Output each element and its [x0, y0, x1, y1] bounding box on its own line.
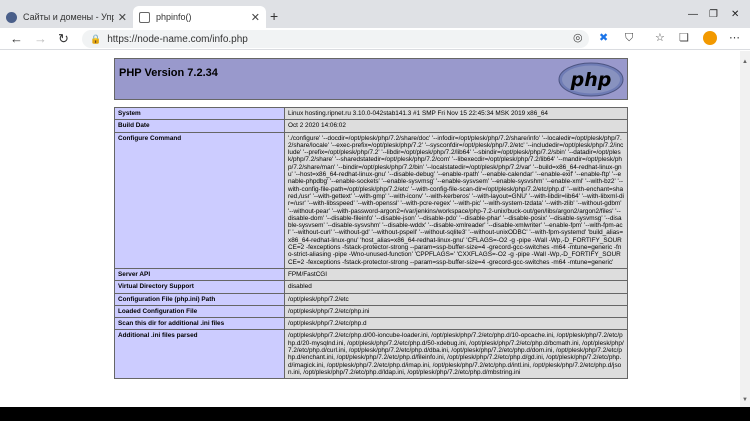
- php-header: PHP Version 7.2.34 php: [114, 58, 628, 100]
- row-key: Server API: [114, 267, 285, 282]
- row-value: disabled: [284, 280, 628, 294]
- row-key: Scan this dir for additional .ini files: [114, 317, 285, 331]
- row-value: Oct 2 2020 14:06:02: [284, 119, 628, 133]
- tab-title: Сайты и домены - Управлени: [23, 12, 114, 22]
- address-url: https://node-name.com/info.php: [107, 33, 248, 45]
- tab-strip: Сайты и домены - Управлени ✕ phpinfo() ✕…: [0, 0, 750, 28]
- table-row: Build Date Oct 2 2020 14:06:02: [114, 119, 628, 133]
- row-key: Build Date: [114, 119, 285, 133]
- close-icon[interactable]: ✕: [118, 11, 127, 24]
- browser-window: Сайты и домены - Управлени ✕ phpinfo() ✕…: [0, 0, 750, 421]
- row-value: /opt/plesk/php/7.2/etc/php.d: [284, 317, 628, 331]
- collections-icon[interactable]: ❏: [679, 33, 689, 44]
- new-tab-button[interactable]: +: [270, 9, 278, 23]
- row-value: FPM/FastCGI: [284, 267, 628, 282]
- page-scrollbar[interactable]: ▲ ▼: [740, 51, 750, 407]
- address-bar[interactable]: 🔒 https://node-name.com/info.php: [82, 30, 589, 48]
- bottom-bar: [0, 407, 750, 421]
- tab-title: phpinfo(): [156, 12, 192, 22]
- tab-phpinfo[interactable]: phpinfo() ✕: [133, 6, 266, 28]
- page-title: PHP Version 7.2.34: [119, 67, 218, 79]
- maximize-icon[interactable]: ❐: [709, 10, 718, 20]
- row-value: /opt/plesk/php/7.2/etc/php.ini: [284, 304, 628, 319]
- close-icon[interactable]: ✕: [251, 11, 260, 24]
- table-row: Configure Command './configure' '--docdi…: [114, 131, 628, 269]
- more-icon[interactable]: ⋯: [729, 33, 740, 44]
- scroll-up-icon[interactable]: ▲: [742, 59, 748, 65]
- reload-icon[interactable]: ↻: [58, 32, 69, 45]
- tab-plesk-domains[interactable]: Сайты и домены - Управлени ✕: [0, 6, 133, 28]
- row-value: /opt/plesk/php/7.2/etc: [284, 292, 628, 306]
- table-row: System Linux hosting.ripnet.ru 3.10.0-04…: [114, 106, 628, 121]
- table-row: Loaded Configuration File /opt/plesk/php…: [114, 304, 628, 319]
- back-icon[interactable]: ←: [10, 32, 23, 45]
- php-logo-text: php: [570, 69, 612, 91]
- page-content: PHP Version 7.2.34 php System Linux host…: [0, 51, 740, 407]
- row-key: Loaded Configuration File: [114, 304, 285, 319]
- scroll-down-icon[interactable]: ▼: [742, 397, 748, 403]
- extension-icon[interactable]: ✖: [599, 33, 608, 44]
- reader-icon[interactable]: ◎: [573, 33, 583, 44]
- table-row: Scan this dir for additional .ini files …: [114, 317, 628, 331]
- window-close-icon[interactable]: ✕: [731, 10, 739, 20]
- row-value: /opt/plesk/php/7.2/etc/php.d/00-ioncube-…: [284, 329, 628, 380]
- row-key: Virtual Directory Support: [114, 280, 285, 294]
- table-row: Virtual Directory Support disabled: [114, 280, 628, 294]
- row-key: Configuration File (php.ini) Path: [114, 292, 285, 306]
- php-logo-icon: php: [558, 62, 624, 97]
- browser-toolbar: ← → ↻ 🔒 https://node-name.com/info.php ◎…: [0, 28, 750, 50]
- row-key: Configure Command: [114, 131, 285, 269]
- shield-icon[interactable]: ⛉: [625, 33, 633, 44]
- table-row: Server API FPM/FastCGI: [114, 267, 628, 282]
- row-key: Additional .ini files parsed: [114, 329, 285, 380]
- forward-icon[interactable]: →: [34, 32, 47, 45]
- avatar[interactable]: [703, 31, 717, 45]
- row-key: System: [114, 106, 285, 121]
- row-value: './configure' '--docdir=/opt/plesk/php/7…: [284, 131, 628, 269]
- favorites-icon[interactable]: ☆: [655, 33, 665, 44]
- page-favicon-icon: [139, 11, 150, 23]
- row-value: Linux hosting.ripnet.ru 3.10.0-042stab14…: [284, 106, 628, 121]
- plesk-favicon-icon: [6, 11, 17, 23]
- minimize-icon[interactable]: —: [688, 10, 698, 20]
- table-row: Configuration File (php.ini) Path /opt/p…: [114, 292, 628, 306]
- php-info-table: System Linux hosting.ripnet.ru 3.10.0-04…: [114, 106, 628, 380]
- table-row: Additional .ini files parsed /opt/plesk/…: [114, 329, 628, 380]
- lock-icon[interactable]: 🔒: [90, 34, 101, 45]
